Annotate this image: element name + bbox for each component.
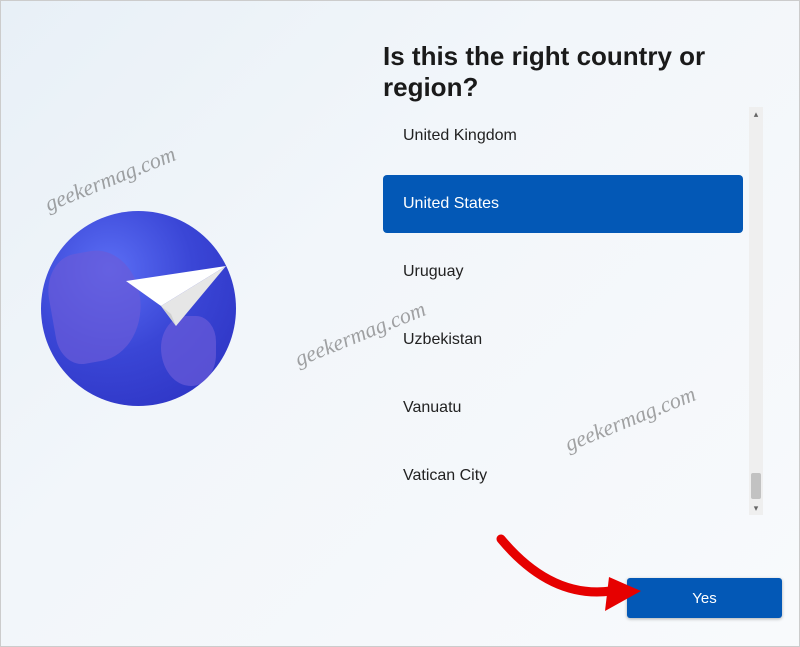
scrollbar[interactable]: ▴ ▾ bbox=[749, 107, 763, 515]
country-list-container: United Kingdom United States Uruguay Uzbeki… bbox=[383, 107, 763, 515]
page-title: Is this the right country or region? bbox=[383, 41, 799, 103]
country-item[interactable]: Vatican City bbox=[383, 447, 743, 505]
globe-icon bbox=[41, 211, 236, 406]
country-label: Vanuatu bbox=[403, 399, 461, 417]
country-list[interactable]: United Kingdom United States Uruguay Uzbeki… bbox=[383, 107, 749, 515]
country-label: United States bbox=[403, 195, 499, 213]
scroll-up-icon[interactable]: ▴ bbox=[749, 107, 763, 121]
country-item[interactable]: Uruguay bbox=[383, 243, 743, 301]
region-globe-illustration bbox=[41, 211, 236, 406]
country-item[interactable]: United States bbox=[383, 175, 743, 233]
country-label: Uzbekistan bbox=[403, 331, 482, 349]
scroll-down-icon[interactable]: ▾ bbox=[749, 501, 763, 515]
country-label: Uruguay bbox=[403, 263, 463, 281]
country-label: Vatican City bbox=[403, 467, 487, 485]
yes-button[interactable]: Yes bbox=[627, 578, 782, 618]
country-item[interactable]: Vanuatu bbox=[383, 379, 743, 437]
country-label: United Kingdom bbox=[403, 127, 517, 145]
scrollbar-thumb[interactable] bbox=[751, 473, 761, 499]
country-item[interactable]: United Kingdom bbox=[383, 107, 743, 165]
watermark: geekermag.com bbox=[41, 141, 179, 217]
country-item[interactable]: Uzbekistan bbox=[383, 311, 743, 369]
